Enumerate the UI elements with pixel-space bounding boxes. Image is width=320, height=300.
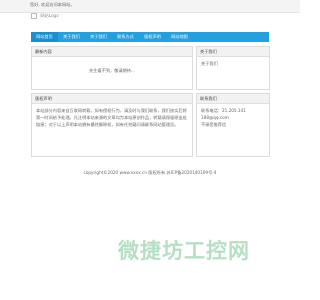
footer: copyright©2020 www.xxxx.cn 版权所有 苏ICP备202… (0, 170, 300, 176)
contact-title: 联系我们 (197, 94, 269, 104)
logo-alt-text: 网站Logo (40, 13, 59, 18)
latest-content-title: 最新内容 (32, 47, 192, 57)
top-bar: 您好, 欢迎访问本网站。 (0, 0, 300, 13)
welcome-text: 您好, 欢迎访问本网站。 (30, 2, 75, 7)
nav-item-4[interactable]: 联系方式 (112, 32, 139, 42)
main-nav: 网站首页 关于我们 关于我们 联系方式 版权声明 网站地图 (31, 32, 269, 42)
nav-item-6[interactable]: 网站地图 (166, 32, 193, 42)
latest-content-panel: 最新内容 先生看不到，敬请期待... (31, 46, 193, 90)
about-panel: 关于我们 关于我们 (196, 46, 270, 90)
latest-content-text: 先生看不到，敬请期待... (89, 68, 135, 73)
broken-image-icon (31, 13, 37, 19)
site-logo[interactable]: 网站Logo (31, 13, 67, 21)
nav-item-home[interactable]: 网站首页 (31, 32, 58, 42)
footer-text: copyright©2020 www.xxxx.cn 版权所有 苏ICP备202… (83, 170, 217, 175)
contact-line-2: 不接受推荐信 (201, 122, 227, 127)
nav-item-2[interactable]: 关于我们 (58, 32, 85, 42)
about-body: 关于我们 (201, 61, 218, 66)
copyright-panel: 版权声明 本站部分内容来自互联网转载，如有侵权行为，请及时与我们联系，我们核实后… (31, 93, 193, 157)
latest-content-body: 先生看不到，敬请期待... (32, 57, 192, 77)
copyright-title: 版权声明 (32, 94, 192, 104)
copyright-body: 本站部分内容来自互联网转载，如有侵权行为，请及时与我们联系，我们核实后将第一时间… (36, 108, 187, 127)
contact-panel: 联系我们 联系电话：21.205.141 188@qq.com 不接受推荐信 (196, 93, 270, 157)
watermark: 微捷坊工控网 (118, 239, 250, 263)
contact-line-1: 联系电话：21.205.141 188@qq.com (201, 108, 246, 120)
nav-item-3[interactable]: 关于我们 (85, 32, 112, 42)
nav-item-5[interactable]: 版权声明 (139, 32, 166, 42)
contact-body: 联系电话：21.205.141 188@qq.com 不接受推荐信 (197, 104, 269, 131)
about-title: 关于我们 (197, 47, 269, 57)
